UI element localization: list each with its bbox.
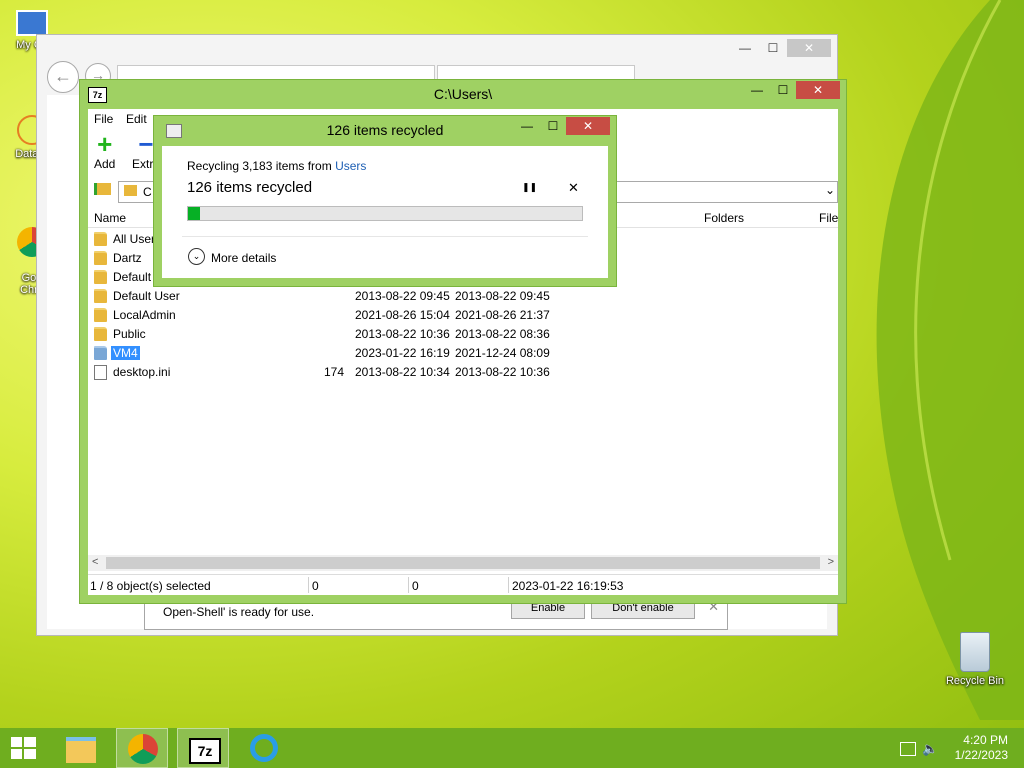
wallpaper-leaf bbox=[876, 0, 1024, 720]
scroll-left-icon[interactable]: < bbox=[92, 556, 98, 568]
status-divider bbox=[508, 577, 509, 593]
ie-back-button[interactable]: ← bbox=[47, 61, 79, 93]
settings-file-icon bbox=[94, 365, 107, 380]
computer-icon bbox=[16, 10, 48, 36]
file-explorer-icon bbox=[66, 737, 96, 763]
folder-icon bbox=[94, 346, 107, 360]
chrome-icon bbox=[128, 734, 158, 764]
horizontal-scrollbar[interactable]: < > bbox=[88, 555, 838, 571]
dialog-content: Recycling 3,183 items from Users 126 ite… bbox=[162, 146, 608, 278]
list-item-selected[interactable]: VM4 2023-01-22 16:19 2021-12-24 08:09 bbox=[88, 344, 838, 363]
ie-icon bbox=[250, 734, 278, 762]
dialog-close-button[interactable]: ✕ bbox=[566, 117, 610, 135]
path-folder-icon bbox=[124, 185, 137, 196]
dialog-divider bbox=[182, 236, 588, 237]
recycle-bin-icon bbox=[960, 632, 990, 672]
7zip-titlebar[interactable]: 7z C:\Users\ — ☐ ✕ bbox=[80, 80, 846, 109]
folder-icon bbox=[94, 327, 107, 341]
taskbar-internet-explorer[interactable] bbox=[238, 728, 290, 768]
7zip-icon: 7z bbox=[189, 738, 221, 764]
taskbar-7zip[interactable]: 7z bbox=[177, 728, 229, 768]
list-item[interactable]: Public 2013-08-22 10:36 2013-08-22 08:36 bbox=[88, 325, 838, 344]
cancel-icon[interactable]: ✕ bbox=[568, 180, 579, 196]
items-count: 126 items recycled bbox=[187, 179, 313, 196]
folder-icon bbox=[94, 232, 107, 246]
scroll-thumb[interactable] bbox=[106, 557, 820, 569]
7zip-maximize-button[interactable]: ☐ bbox=[770, 81, 796, 99]
list-item[interactable]: LocalAdmin 2021-08-26 15:04 2021-08-26 2… bbox=[88, 306, 838, 325]
plus-icon: + bbox=[97, 129, 113, 159]
status-packed: 0 bbox=[412, 579, 419, 593]
folder-icon bbox=[94, 308, 107, 322]
start-button[interactable] bbox=[10, 736, 38, 760]
dialog-maximize-button[interactable]: ☐ bbox=[540, 117, 566, 135]
ie-minimize-button[interactable]: — bbox=[731, 39, 759, 57]
scroll-right-icon[interactable]: > bbox=[828, 556, 834, 568]
recycle-progress-dialog[interactable]: 126 items recycled — ☐ ✕ Recycling 3,183… bbox=[153, 115, 617, 287]
menu-edit[interactable]: Edit bbox=[126, 112, 147, 126]
7zip-window-title: C:\Users\ bbox=[433, 86, 493, 102]
folder-icon bbox=[94, 289, 107, 303]
status-selection: 1 / 8 object(s) selected bbox=[90, 579, 211, 593]
taskbar-chrome[interactable] bbox=[116, 728, 168, 768]
system-clock[interactable]: 4:20 PM 1/22/2023 bbox=[955, 733, 1008, 763]
list-item[interactable]: Default User 2013-08-22 09:45 2013-08-22… bbox=[88, 287, 838, 306]
path-dropdown-icon[interactable]: ⌄ bbox=[825, 183, 835, 197]
ie-close-button[interactable]: ✕ bbox=[787, 39, 831, 57]
menu-file[interactable]: File bbox=[94, 112, 113, 126]
notification-message: Open-Shell' is ready for use. bbox=[163, 605, 315, 619]
network-icon[interactable] bbox=[900, 742, 916, 756]
recycling-status: Recycling 3,183 items from Users bbox=[187, 159, 367, 173]
status-bar: 1 / 8 object(s) selected 0 0 2023-01-22 … bbox=[88, 574, 838, 595]
7zip-minimize-button[interactable]: — bbox=[744, 81, 770, 99]
more-details-button[interactable]: More details bbox=[211, 251, 276, 265]
volume-icon[interactable]: 🔈 bbox=[922, 741, 938, 757]
up-folder-icon[interactable] bbox=[94, 183, 111, 195]
pause-icon[interactable]: ❚❚ bbox=[522, 182, 537, 193]
add-button[interactable]: + Add bbox=[94, 131, 115, 171]
clock-time: 4:20 PM bbox=[963, 733, 1008, 747]
column-folders[interactable]: Folders bbox=[704, 211, 744, 225]
source-link[interactable]: Users bbox=[335, 159, 366, 173]
clock-date: 1/22/2023 bbox=[954, 748, 1008, 762]
column-files[interactable]: File bbox=[819, 211, 838, 225]
folder-icon bbox=[94, 251, 107, 265]
ie-maximize-button[interactable]: ☐ bbox=[759, 39, 787, 57]
progress-fill bbox=[188, 207, 200, 220]
dialog-minimize-button[interactable]: — bbox=[514, 117, 540, 135]
status-size: 0 bbox=[312, 579, 319, 593]
folder-icon bbox=[94, 270, 107, 284]
7zip-close-button[interactable]: ✕ bbox=[796, 81, 840, 99]
taskbar: 7z 🔈 4:20 PM 1/22/2023 bbox=[0, 728, 1024, 768]
status-datetime: 2023-01-22 16:19:53 bbox=[512, 579, 624, 593]
taskbar-file-explorer[interactable] bbox=[56, 728, 108, 768]
status-divider bbox=[408, 577, 409, 593]
windows-icon bbox=[11, 737, 36, 759]
progress-bar bbox=[187, 206, 583, 221]
status-divider bbox=[308, 577, 309, 593]
list-item[interactable]: desktop.ini 174 2013-08-22 10:34 2013-08… bbox=[88, 363, 838, 382]
column-name[interactable]: Name bbox=[94, 211, 126, 225]
expand-chevron-icon[interactable]: ⌄ bbox=[188, 248, 205, 265]
desktop-icon-recycle-bin[interactable]: Recycle Bin bbox=[942, 632, 1008, 687]
